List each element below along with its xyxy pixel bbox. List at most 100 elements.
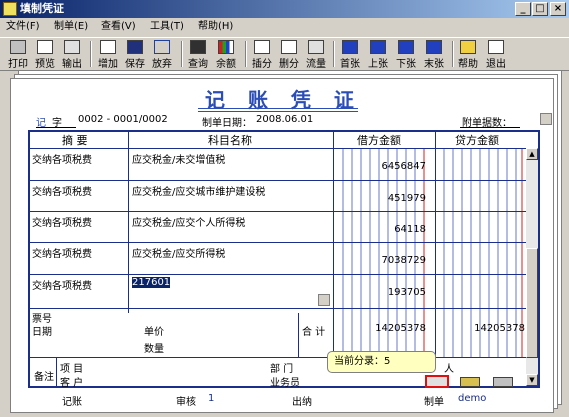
menu-view[interactable]: 查看(V)	[101, 18, 136, 36]
entry-debit[interactable]: 451979	[334, 193, 426, 204]
grid-row-line	[30, 308, 526, 309]
type-underline	[36, 127, 76, 128]
print-icon	[10, 40, 26, 54]
search-icon[interactable]	[540, 113, 552, 125]
entry-summary[interactable]: 交纳各项税费	[32, 183, 92, 198]
menu-bar: 文件(F) 制单(E) 查看(V) 工具(T) 帮助(H)	[0, 18, 569, 36]
grid-row-line	[30, 357, 526, 358]
col-credit-header: 贷方金额	[455, 134, 499, 147]
maker-value: demo	[458, 393, 487, 404]
prev-voucher-button[interactable]: 上张	[366, 39, 390, 70]
attach-underline	[460, 127, 520, 128]
dept-label: 部 门	[270, 364, 294, 375]
col-account-header: 科目名称	[208, 134, 252, 147]
project-label: 项 目	[60, 364, 84, 375]
export-button[interactable]: 输出	[60, 39, 84, 70]
clerk-label: 业务员	[270, 378, 300, 389]
delete-entry-button[interactable]: 删分	[277, 39, 301, 70]
query-button[interactable]: 查询	[186, 39, 210, 70]
insert-row-icon	[254, 40, 270, 54]
balance-button[interactable]: 余额	[214, 39, 238, 70]
add-icon	[100, 40, 116, 54]
title-underline	[198, 111, 358, 112]
scroll-thumb[interactable]	[526, 248, 538, 358]
add-button[interactable]: 增加	[96, 39, 120, 70]
undo-icon	[154, 40, 170, 54]
title-bar: 填制凭证 _ □ ×	[0, 0, 569, 18]
last-voucher-button[interactable]: 末张	[422, 39, 446, 70]
close-button[interactable]: ×	[550, 2, 566, 16]
col-debit-header: 借方金额	[357, 134, 401, 147]
save-button[interactable]: 保存	[123, 39, 147, 70]
menu-edit[interactable]: 制单(E)	[54, 18, 88, 36]
undo-button[interactable]: 放弃	[150, 39, 174, 70]
exit-button[interactable]: 退出	[484, 39, 508, 70]
first-voucher-button[interactable]: 首张	[338, 39, 362, 70]
post-label: 记账	[62, 397, 82, 408]
toolbar-separator	[90, 41, 92, 67]
entry-debit[interactable]: 7038729	[334, 255, 426, 266]
help-icon	[460, 40, 476, 54]
first-icon	[342, 40, 358, 54]
help-button[interactable]: 帮助	[456, 39, 480, 70]
date-row-label: 日期	[32, 327, 52, 338]
next-voucher-button[interactable]: 下张	[394, 39, 418, 70]
menu-tools[interactable]: 工具(T)	[150, 18, 184, 36]
entry-summary[interactable]: 交纳各项税费	[32, 245, 92, 260]
binoculars-icon	[190, 40, 206, 54]
person-label: 人	[444, 364, 454, 375]
preview-button[interactable]: 预览	[33, 39, 57, 70]
toolbar-separator	[333, 41, 335, 67]
exit-icon	[488, 40, 504, 54]
card-icon[interactable]	[460, 377, 480, 387]
entry-account[interactable]: 应交税金/应交所得税	[132, 245, 225, 260]
prev-icon	[370, 40, 386, 54]
app-icon	[3, 2, 17, 16]
entry-summary[interactable]: 交纳各项税费	[32, 151, 92, 166]
maximize-button[interactable]: □	[532, 2, 548, 16]
grid-row-line	[30, 274, 526, 275]
total-debit: 14205378	[375, 323, 426, 334]
entry-account[interactable]: 应交税金/未交增值税	[132, 151, 225, 166]
remark-label: 备注	[34, 372, 54, 383]
entry-debit[interactable]: 193705	[334, 287, 426, 298]
customer-label: 客 户	[60, 378, 84, 389]
insert-entry-button[interactable]: 插分	[250, 39, 274, 70]
grid-row-line	[30, 148, 526, 149]
current-entry-tooltip: 当前分录：5	[327, 351, 436, 373]
grid-row-line	[30, 211, 526, 212]
qty-label: 数量	[144, 344, 164, 355]
audit-value: 1	[208, 393, 215, 404]
col-summary-header: 摘 要	[62, 134, 88, 147]
scroll-up-button[interactable]: ▲	[526, 148, 538, 160]
cashflow-button[interactable]: 流量	[304, 39, 328, 70]
entry-detail-icon[interactable]	[425, 375, 449, 388]
total-label: 合 计	[302, 327, 326, 338]
entry-summary[interactable]: 交纳各项税费	[32, 214, 92, 229]
date-label: 制单日期：	[202, 118, 252, 129]
title-underline	[198, 108, 358, 109]
account-search-icon[interactable]	[318, 294, 330, 306]
scroll-down-button[interactable]: ▼	[526, 374, 538, 386]
entry-debit[interactable]: 6456847	[334, 161, 426, 172]
voucher-date[interactable]: 2008.06.01	[256, 114, 313, 125]
grid-row-line	[30, 180, 526, 181]
voucher-number: 0002 - 0001/0002	[78, 114, 168, 125]
tool-icon[interactable]	[493, 377, 513, 387]
toolbar-separator	[452, 41, 454, 67]
menu-help[interactable]: 帮助(H)	[198, 18, 233, 36]
menu-file[interactable]: 文件(F)	[6, 18, 40, 36]
print-button[interactable]: 打印	[6, 39, 30, 70]
window-title: 填制凭证	[20, 2, 64, 15]
entry-account[interactable]: 应交税金/应交个人所得税	[132, 214, 245, 229]
toolbar-separator	[181, 41, 183, 67]
export-icon	[64, 40, 80, 54]
account-input[interactable]: 217601	[132, 277, 171, 288]
vertical-scrollbar[interactable]: ▲ ▼	[526, 148, 538, 386]
price-label: 单价	[144, 327, 164, 338]
entry-summary[interactable]: 交纳各项税费	[32, 277, 92, 292]
minimize-button[interactable]: _	[515, 2, 531, 16]
grid-divider	[56, 357, 57, 388]
entry-debit[interactable]: 64118	[334, 224, 426, 235]
entry-account[interactable]: 应交税金/应交城市维护建设税	[132, 183, 265, 198]
